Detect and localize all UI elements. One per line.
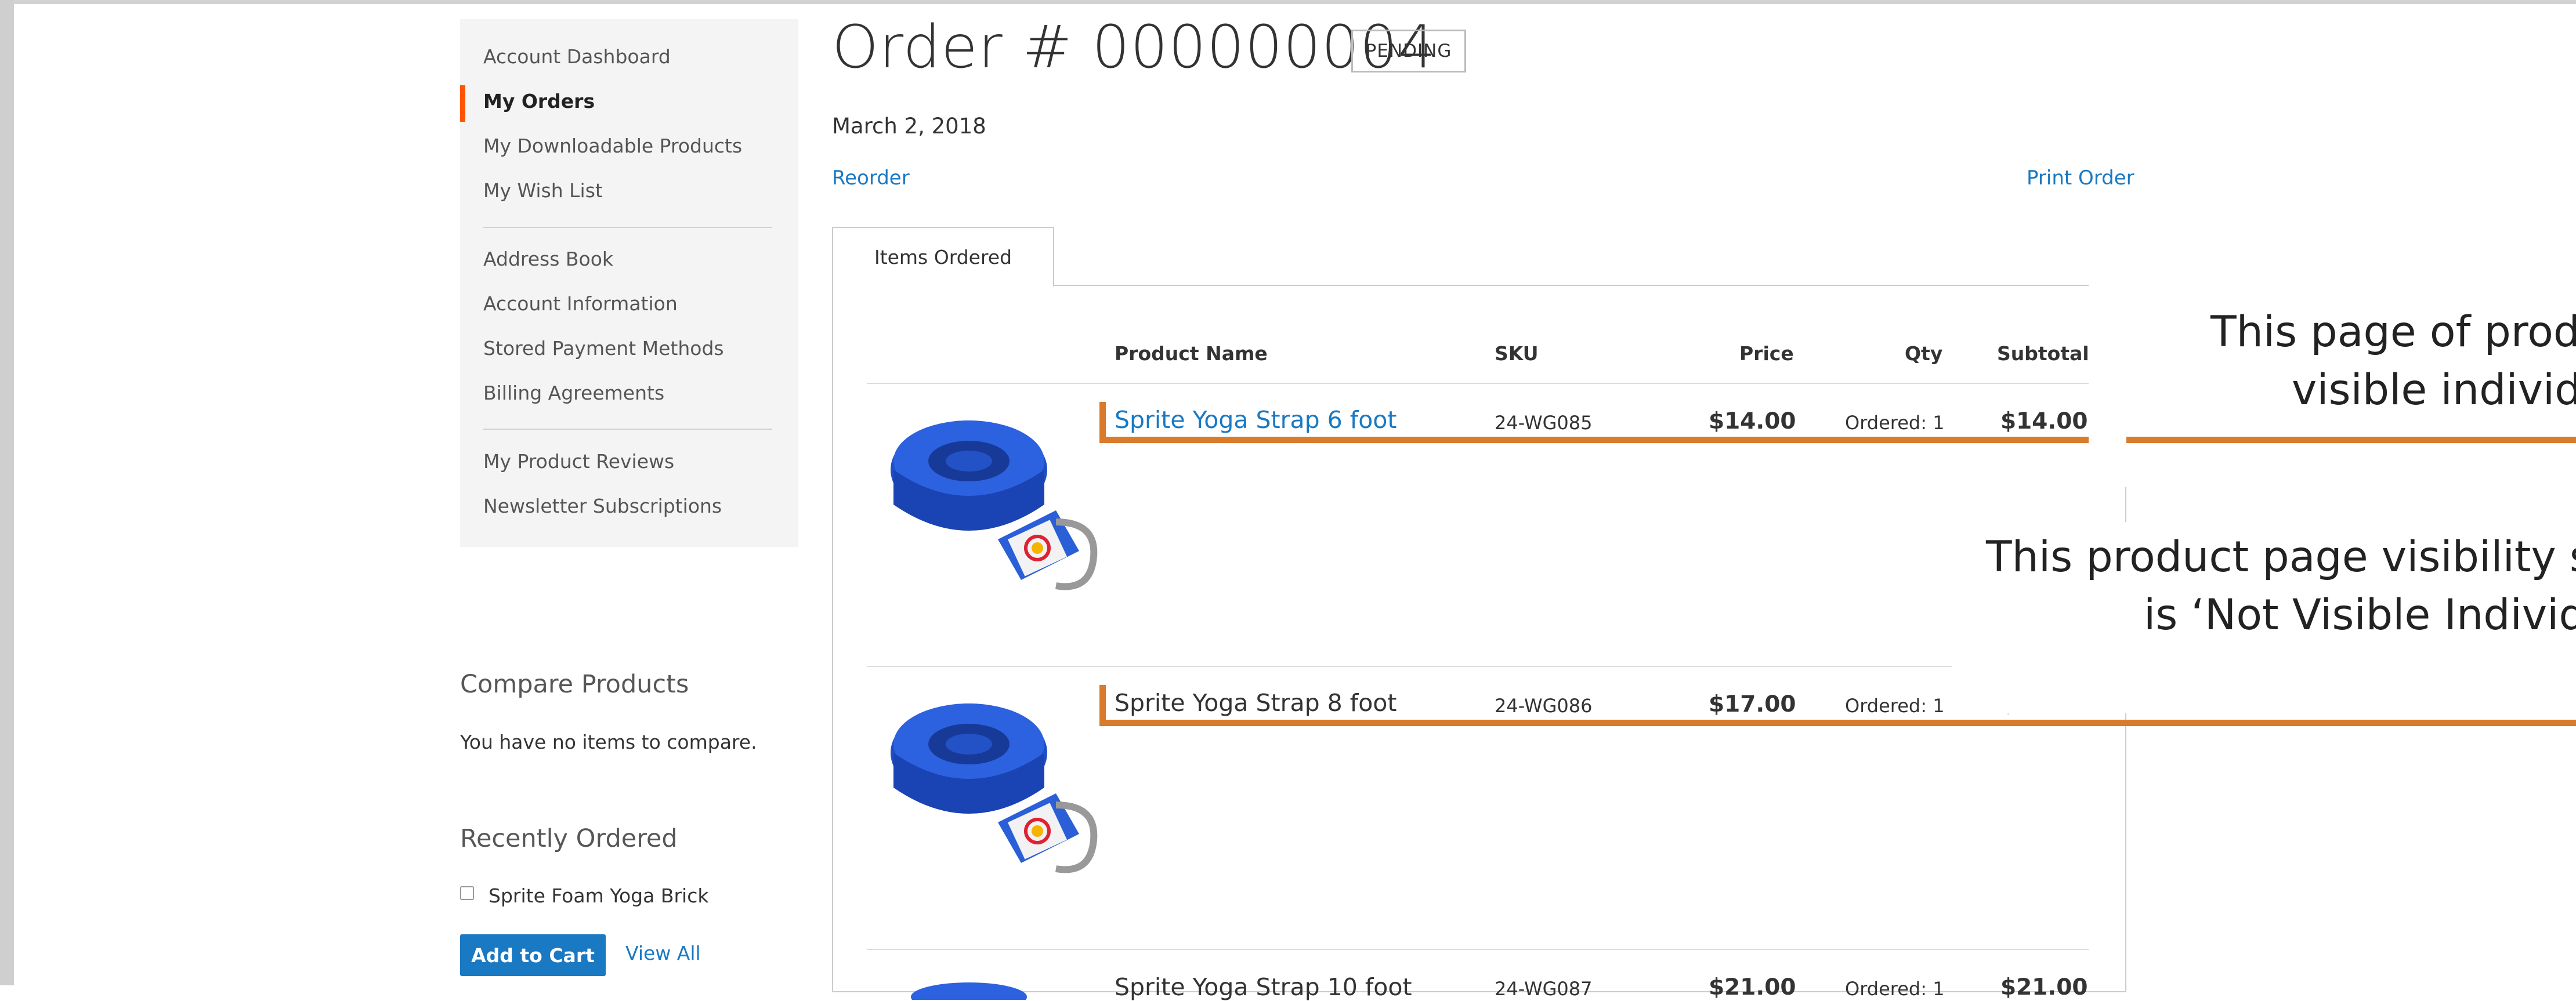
column-header-subtotal: Subtotal xyxy=(1997,342,2089,365)
sidebar-item-billing-agreements[interactable]: Billing Agreements xyxy=(483,382,664,404)
reorder-link[interactable]: Reorder xyxy=(832,166,910,190)
product-subtotal: $21.00 xyxy=(2000,974,2088,1000)
sidebar-item-account-dashboard[interactable]: Account Dashboard xyxy=(483,45,671,68)
callout-text: This page of produ xyxy=(2210,307,2576,357)
compare-empty-text: You have no items to compare. xyxy=(460,731,757,753)
page-title: Order # 000000004 xyxy=(832,13,1437,82)
row-divider xyxy=(867,666,2089,667)
column-header-product-name: Product Name xyxy=(1115,342,1268,365)
window-left-border xyxy=(0,0,14,985)
tab-items-ordered[interactable]: Items Ordered xyxy=(832,227,1054,286)
product-subtotal: $14.00 xyxy=(2000,408,2088,434)
status-badge: PENDING xyxy=(1351,30,1466,72)
product-qty: Ordered: 1 xyxy=(1845,978,1945,1000)
column-header-price: Price xyxy=(1739,342,1794,365)
view-all-link[interactable]: View All xyxy=(625,942,701,964)
product-sku: 24-WG086 xyxy=(1495,695,1593,717)
product-price: $21.00 xyxy=(1709,974,1796,1000)
add-to-cart-button[interactable]: Add to Cart xyxy=(460,934,606,976)
product-price: $14.00 xyxy=(1709,408,1796,434)
annotation-line xyxy=(2126,720,2576,726)
sidebar-item-stored-payment-methods[interactable]: Stored Payment Methods xyxy=(483,337,724,360)
sidebar-divider xyxy=(483,429,772,430)
annotation-line xyxy=(2126,437,2576,443)
compare-products-title: Compare Products xyxy=(460,670,689,699)
sidebar-divider xyxy=(483,227,772,228)
active-marker xyxy=(460,85,466,122)
table-header-rule xyxy=(867,383,2089,384)
product-price: $17.00 xyxy=(1709,691,1796,717)
product-sku: 24-WG087 xyxy=(1495,978,1593,1000)
recent-item-label: Sprite Foam Yoga Brick xyxy=(489,884,709,907)
callout-text: visible individu xyxy=(2292,365,2576,415)
product-image-yoga-strap[interactable] xyxy=(882,406,1099,609)
product-qty: Ordered: 1 xyxy=(1845,412,1945,434)
sidebar-item-newsletter-subscriptions[interactable]: Newsletter Subscriptions xyxy=(483,495,722,517)
product-name: Sprite Yoga Strap 10 foot xyxy=(1115,973,1412,1001)
annotation-tick xyxy=(1099,402,1106,440)
column-header-qty: Qty xyxy=(1905,342,1943,365)
annotation-tick xyxy=(1099,685,1106,723)
product-name-link[interactable]: Sprite Yoga Strap 6 foot xyxy=(1115,406,1396,434)
callout-text: This product page visibility se xyxy=(1986,532,2576,582)
sidebar-item-wish-list[interactable]: My Wish List xyxy=(483,179,603,202)
product-name: Sprite Yoga Strap 8 foot xyxy=(1115,689,1397,717)
recently-ordered-title: Recently Ordered xyxy=(460,824,678,853)
sidebar-item-address-book[interactable]: Address Book xyxy=(483,248,613,270)
callout-text: is ‘Not Visible Individu xyxy=(2144,590,2576,640)
row-divider xyxy=(867,949,2089,950)
product-qty: Ordered: 1 xyxy=(1845,695,1945,717)
column-header-sku: SKU xyxy=(1495,342,1539,365)
product-sku: 24-WG085 xyxy=(1495,412,1593,434)
product-image-yoga-strap[interactable] xyxy=(882,689,1099,892)
recent-item-checkbox[interactable] xyxy=(460,886,474,900)
window-top-border xyxy=(0,0,2576,4)
sidebar-item-account-information[interactable]: Account Information xyxy=(483,292,678,315)
sidebar-item-product-reviews[interactable]: My Product Reviews xyxy=(483,450,674,473)
product-image-yoga-strap[interactable] xyxy=(882,977,1099,1000)
sidebar-item-downloadable-products[interactable]: My Downloadable Products xyxy=(483,135,742,157)
print-order-link[interactable]: Print Order xyxy=(2027,166,2134,190)
account-sidebar: Account Dashboard My Orders My Downloada… xyxy=(460,19,798,547)
sidebar-item-my-orders[interactable]: My Orders xyxy=(483,90,595,113)
order-date: March 2, 2018 xyxy=(832,114,986,139)
